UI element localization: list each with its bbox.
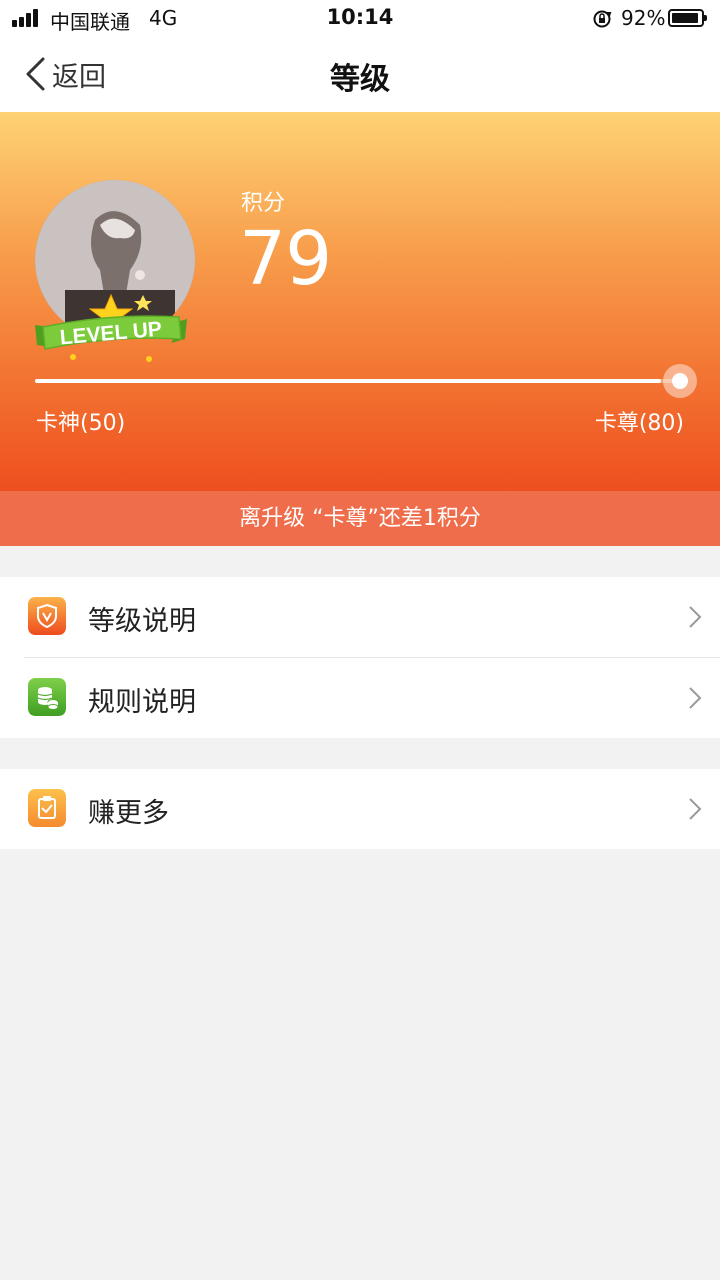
status-bar: 中国联通 4G 10:14 92%: [0, 0, 720, 36]
current-level-label: 卡神(50): [36, 411, 126, 436]
menu-item-rules-description[interactable]: 规则说明: [0, 658, 720, 738]
menu-label: 等级说明: [88, 606, 196, 637]
menu-label: 赚更多: [88, 798, 169, 829]
level-progress-knob: [663, 364, 697, 398]
status-time: 10:14: [326, 5, 394, 29]
score-label: 积分: [241, 191, 286, 216]
rotation-lock-icon: [593, 10, 612, 28]
level-header: LEVEL UP 积分 79 卡神(50) 卡尊(80): [0, 112, 720, 491]
shield-v-icon: [28, 597, 66, 635]
menu-label: 规则说明: [88, 687, 196, 718]
navigation-bar: 返回 等级: [0, 36, 720, 112]
page-title: 等级: [330, 62, 390, 97]
level-progress-track: [35, 379, 680, 383]
clipboard-check-icon: [28, 789, 66, 827]
chevron-right-icon: [689, 687, 702, 709]
chevron-right-icon: [689, 606, 702, 628]
coins-icon: [28, 678, 66, 716]
battery-fill: [672, 13, 698, 23]
info-menu-group: 等级说明 规则说明: [0, 577, 720, 738]
level-up-badge: LEVEL UP: [35, 293, 187, 362]
upgrade-hint-banner: 离升级 “卡尊”还差1积分: [0, 491, 720, 546]
earn-menu-group: 赚更多: [0, 769, 720, 849]
score-value: 79: [239, 216, 332, 302]
level-progress-fill: [35, 379, 661, 383]
chevron-right-icon: [689, 798, 702, 820]
battery-icon: [668, 9, 707, 27]
battery-percent: 92%: [621, 6, 666, 30]
next-level-label: 卡尊(80): [594, 411, 684, 436]
menu-item-earn-more[interactable]: 赚更多: [0, 769, 720, 849]
menu-item-level-description[interactable]: 等级说明: [0, 577, 720, 657]
